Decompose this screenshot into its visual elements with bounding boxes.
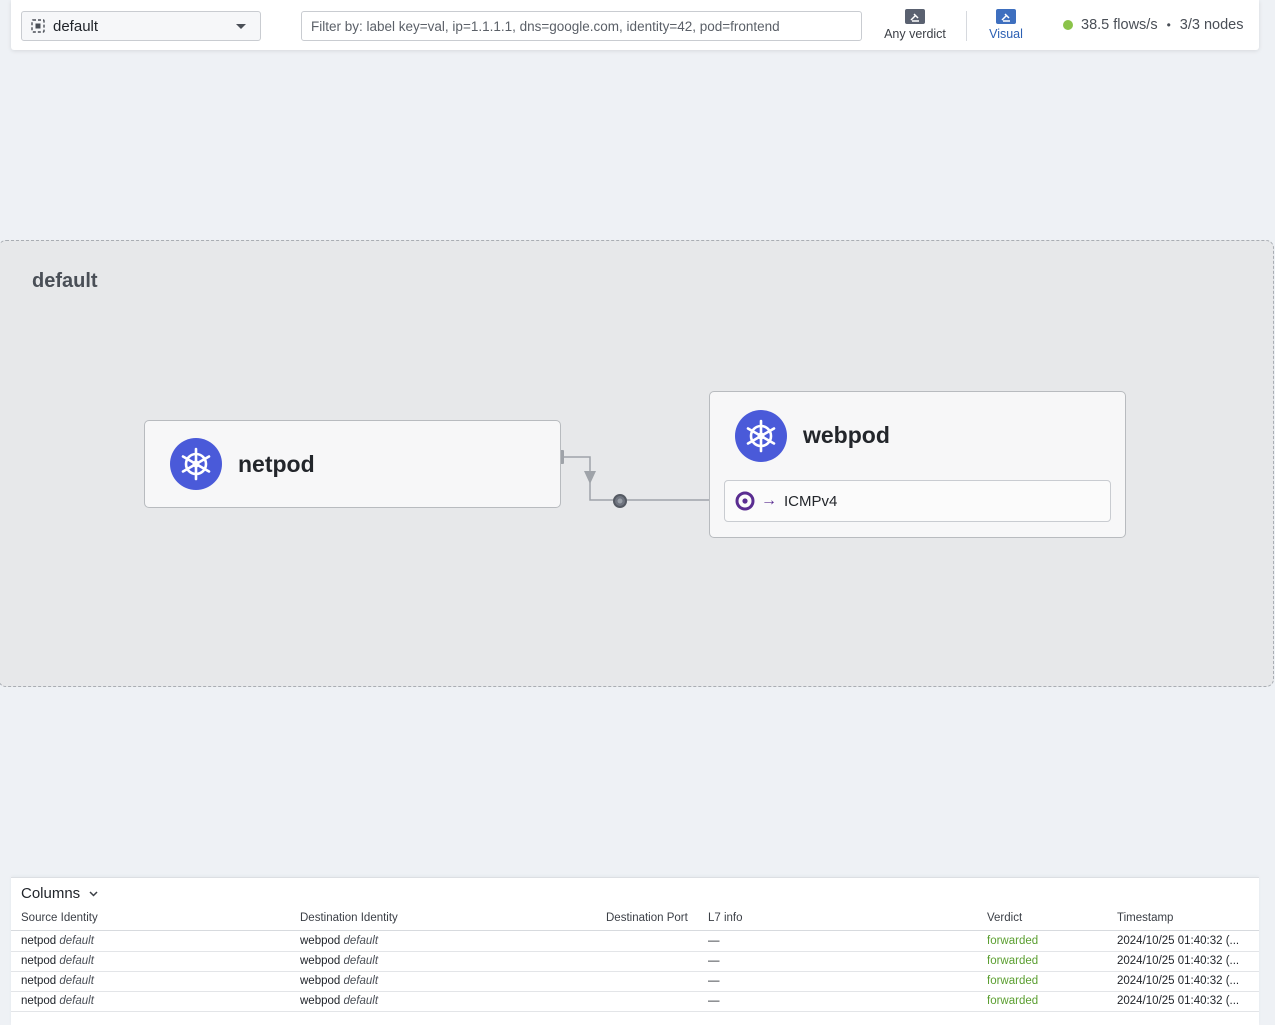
flows-rate: 38.5 flows/s <box>1081 17 1158 33</box>
service-card-webpod[interactable]: webpod → ICMPv4 <box>709 391 1126 538</box>
header-destination-identity[interactable]: Destination Identity <box>300 912 398 924</box>
header-l7-info[interactable]: L7 info <box>708 912 743 924</box>
table-row[interactable]: netpod default webpod default — forwarde… <box>11 932 1259 952</box>
connection-status: 38.5 flows/s • 3/3 nodes <box>1063 17 1243 33</box>
cell-l7-info: — <box>708 975 720 987</box>
verdict-icon <box>905 9 925 24</box>
columns-button[interactable]: Columns <box>21 885 98 902</box>
table-row[interactable]: netpod default webpod default — forwarde… <box>11 992 1259 1012</box>
chevron-down-icon <box>236 24 246 29</box>
chevron-down-icon <box>89 889 98 898</box>
visual-icon <box>996 9 1016 24</box>
cell-destination: webpod default <box>300 975 378 987</box>
kubernetes-icon <box>170 438 222 490</box>
source-namespace: default <box>59 935 94 947</box>
endpoint-target-icon <box>735 491 755 511</box>
status-separator: • <box>1166 18 1171 32</box>
header-verdict[interactable]: Verdict <box>987 912 1022 924</box>
destination-namespace: default <box>343 935 379 947</box>
destination-pod: webpod <box>300 935 341 947</box>
port-protocol: ICMPv4 <box>784 492 838 510</box>
namespace-select[interactable]: default <box>21 11 261 41</box>
namespace-title: default <box>32 270 98 292</box>
destination-pod: webpod <box>300 955 341 967</box>
destination-namespace: default <box>343 995 379 1007</box>
cell-source: netpod default <box>21 935 94 947</box>
verdict-filter-label: Any verdict <box>884 27 946 41</box>
toolbar-divider <box>966 11 967 41</box>
verdict-filter-button[interactable]: Any verdict <box>882 9 948 45</box>
source-pod: netpod <box>21 955 57 967</box>
cell-destination: webpod default <box>300 935 378 947</box>
status-dot-icon <box>1063 20 1073 30</box>
kubernetes-icon <box>735 410 787 462</box>
cell-verdict: forwarded <box>987 975 1039 987</box>
table-row[interactable]: netpod default webpod default — forwarde… <box>11 952 1259 972</box>
cell-verdict: forwarded <box>987 935 1039 947</box>
source-pod: netpod <box>21 975 57 987</box>
columns-label: Columns <box>21 885 81 902</box>
cell-verdict: forwarded <box>987 995 1039 1007</box>
nodes-count: 3/3 nodes <box>1179 17 1244 33</box>
header-source-identity[interactable]: Source Identity <box>21 912 98 924</box>
cell-destination: webpod default <box>300 955 378 967</box>
port-row-icmpv4[interactable]: → ICMPv4 <box>724 480 1111 522</box>
cell-verdict: forwarded <box>987 955 1039 967</box>
cell-timestamp: 2024/10/25 01:40:32 (... <box>1117 955 1240 967</box>
cell-destination: webpod default <box>300 995 378 1007</box>
header-timestamp[interactable]: Timestamp <box>1117 912 1173 924</box>
namespace-icon <box>31 19 45 33</box>
source-pod: netpod <box>21 935 57 947</box>
flows-table: Columns Source Identity Destination Iden… <box>11 877 1259 1025</box>
visual-view-button[interactable]: Visual <box>986 9 1026 45</box>
cell-l7-info: — <box>708 955 720 967</box>
destination-namespace: default <box>343 975 379 987</box>
source-namespace: default <box>59 995 94 1007</box>
destination-pod: webpod <box>300 995 341 1007</box>
table-header: Source Identity Destination Identity Des… <box>11 911 1259 931</box>
top-bar: default Any verdict Visual 38.5 flows/s … <box>11 0 1259 50</box>
service-name: netpod <box>238 451 315 477</box>
arrow-right-icon: → <box>761 492 777 509</box>
visual-view-label: Visual <box>989 27 1023 41</box>
destination-namespace: default <box>343 955 379 967</box>
service-card-netpod[interactable]: netpod <box>144 420 561 508</box>
cell-l7-info: — <box>708 995 720 1007</box>
cell-source: netpod default <box>21 975 94 987</box>
destination-pod: webpod <box>300 975 341 987</box>
cell-timestamp: 2024/10/25 01:40:32 (... <box>1117 995 1240 1007</box>
namespace-select-value: default <box>53 17 99 35</box>
cell-source: netpod default <box>21 955 94 967</box>
header-destination-port[interactable]: Destination Port <box>606 912 688 924</box>
service-name: webpod <box>803 422 890 448</box>
cell-timestamp: 2024/10/25 01:40:32 (... <box>1117 935 1240 947</box>
cell-timestamp: 2024/10/25 01:40:32 (... <box>1117 975 1240 987</box>
cell-source: netpod default <box>21 995 94 1007</box>
source-pod: netpod <box>21 995 57 1007</box>
cell-l7-info: — <box>708 935 720 947</box>
table-row[interactable]: netpod default webpod default — forwarde… <box>11 972 1259 992</box>
source-namespace: default <box>59 975 94 987</box>
source-namespace: default <box>59 955 94 967</box>
filter-input[interactable] <box>301 11 862 41</box>
